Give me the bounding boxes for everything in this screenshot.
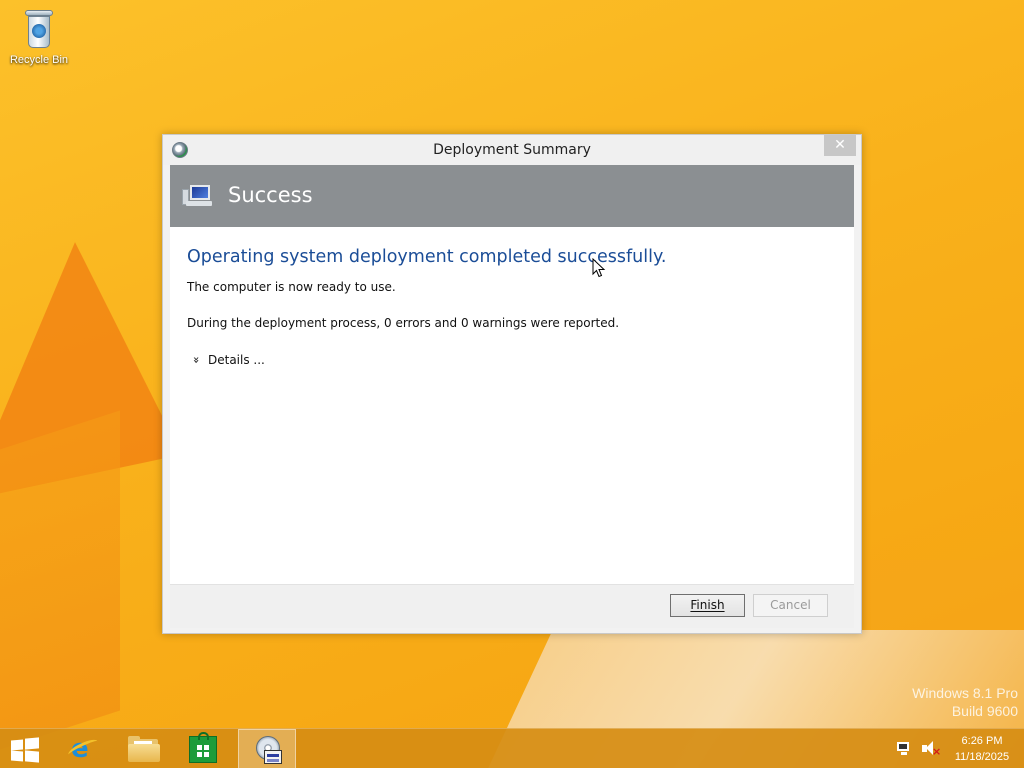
folder-icon	[128, 736, 160, 762]
computer-icon	[182, 185, 212, 207]
dvd-install-icon	[252, 735, 284, 765]
mouse-cursor-icon	[592, 258, 606, 278]
start-button[interactable]	[0, 729, 58, 768]
windows-version-watermark: Windows 8.1 Pro Build 9600	[912, 684, 1018, 720]
clock-time: 6:26 PM	[961, 735, 1003, 747]
desktop-icon-label: Recycle Bin	[9, 54, 69, 66]
taskbar: e × 6:26 PM 11/18/2025	[0, 728, 1024, 768]
watermark-edition: Windows 8.1 Pro	[912, 685, 1018, 701]
details-label[interactable]: Details ...	[208, 353, 265, 367]
status-heading: Success	[228, 183, 313, 207]
taskbar-clock[interactable]: 6:26 PM 11/18/2025	[946, 733, 1018, 765]
cancel-button: Cancel	[753, 594, 828, 617]
errors-warnings-message: During the deployment process, 0 errors …	[187, 316, 620, 330]
dialog-titlebar[interactable]: Deployment Summary ✕	[163, 135, 861, 165]
dialog-content: Operating system deployment completed su…	[170, 227, 854, 584]
details-expander[interactable]: » Details ...	[187, 352, 265, 368]
deployment-summary-dialog: Deployment Summary ✕ Success Operating s…	[162, 134, 862, 634]
taskbar-deployment-wizard[interactable]	[238, 729, 296, 768]
ready-message: The computer is now ready to use.	[187, 280, 396, 294]
close-button[interactable]: ✕	[824, 135, 856, 156]
network-icon[interactable]	[897, 742, 915, 756]
taskbar-internet-explorer[interactable]: e	[52, 729, 110, 768]
store-icon	[189, 732, 217, 763]
taskbar-store[interactable]	[172, 729, 230, 768]
taskbar-file-explorer[interactable]	[114, 729, 172, 768]
dialog-title: Deployment Summary	[433, 142, 591, 158]
clock-date: 11/18/2025	[954, 751, 1010, 763]
recycle-bin-icon	[22, 6, 56, 52]
desktop-icon-recycle-bin[interactable]: Recycle Bin	[6, 6, 72, 66]
windows-logo-icon	[11, 737, 39, 763]
expand-chevron-icon[interactable]: »	[187, 352, 203, 368]
volume-muted-icon[interactable]: ×	[922, 741, 941, 757]
status-banner: Success	[170, 165, 854, 227]
dialog-footer: Finish Cancel	[170, 584, 854, 628]
finish-button[interactable]: Finish	[670, 594, 745, 617]
watermark-build: Build 9600	[951, 703, 1018, 719]
internet-explorer-icon: e	[66, 734, 100, 764]
